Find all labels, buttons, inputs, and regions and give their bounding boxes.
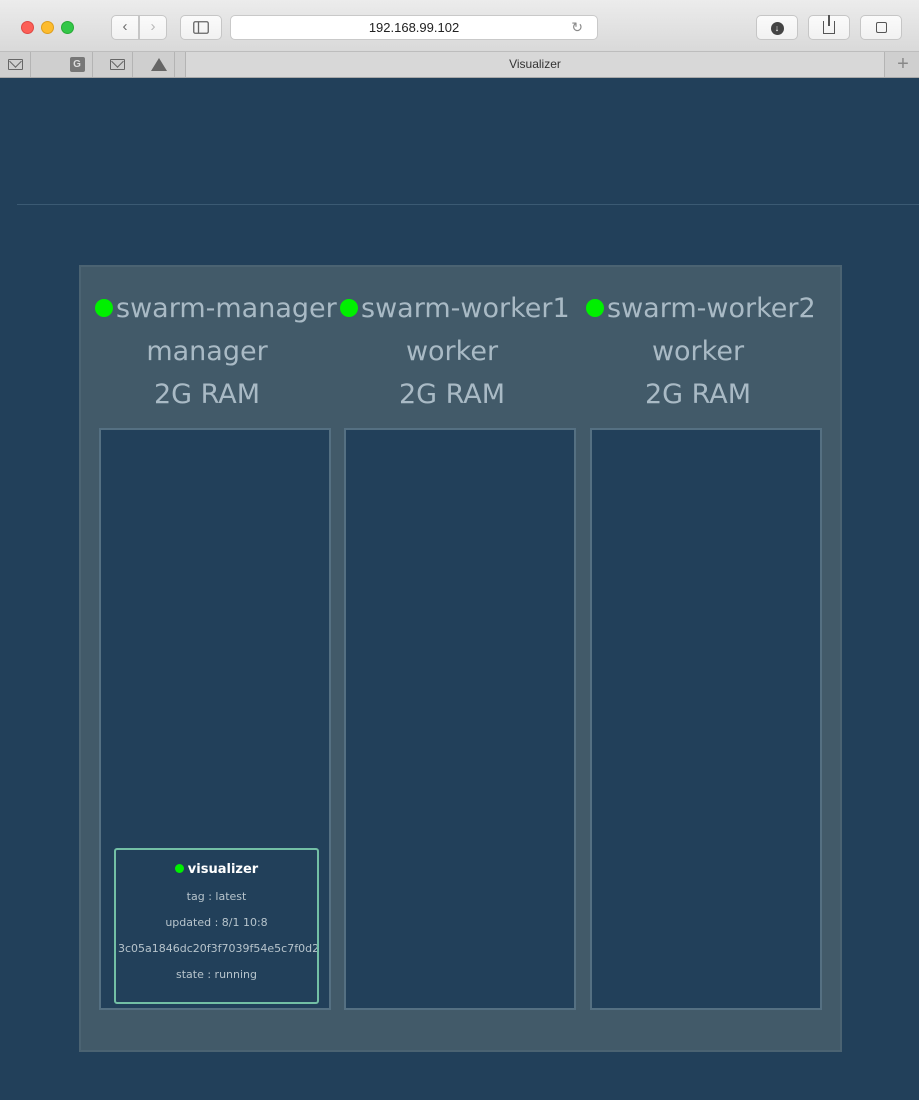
tab-bar: G Visualizer + [0, 52, 919, 78]
plus-icon: + [897, 53, 909, 75]
mail-icon [109, 59, 125, 70]
chevron-right-icon: › [150, 18, 156, 35]
address-text: 192.168.99.102 [368, 20, 460, 35]
node-swarm-worker1: swarm-worker1 worker 2G RAM [336, 267, 582, 1054]
show-tabs-button[interactable] [860, 15, 902, 40]
task-id: 3c05a1846dc20f3f7039f54e5c7f0d2f [118, 942, 317, 955]
browser-toolbar: ‹ › 192.168.99.102 ↻ ↓ [0, 0, 919, 52]
task-state: state : running [175, 968, 257, 981]
visualizer-page: swarm-manager manager 2G RAM visualizer … [17, 78, 919, 1100]
node-swarm-manager: swarm-manager manager 2G RAM visualizer … [91, 267, 337, 1054]
node-tasks-container [344, 428, 576, 1010]
node-tasks-container: visualizer tag : latest updated : 8/1 10… [99, 428, 331, 1010]
forward-button[interactable]: › [139, 15, 167, 40]
tabs-overview-icon [875, 22, 887, 33]
sidebar-toggle-button[interactable] [180, 15, 222, 40]
back-button[interactable]: ‹ [111, 15, 139, 40]
google-icon: G [69, 57, 85, 72]
pinned-tab-drive[interactable] [144, 52, 175, 77]
swarm-cluster: swarm-manager manager 2G RAM visualizer … [79, 265, 842, 1052]
browser-window: ‹ › 192.168.99.102 ↻ ↓ G Visualizer + sw… [0, 0, 919, 1100]
pinned-tab-mail[interactable] [0, 52, 31, 77]
page-header [17, 78, 919, 205]
reload-icon[interactable]: ↻ [571, 16, 583, 39]
share-icon [823, 15, 835, 34]
node-role: worker [405, 336, 499, 367]
drive-icon [151, 58, 167, 71]
node-title: swarm-worker1 [336, 293, 582, 324]
node-name: swarm-manager [116, 293, 337, 324]
sidebar-icon [193, 21, 209, 34]
node-name: swarm-worker1 [361, 293, 570, 324]
pinned-tab-mail-2[interactable] [102, 52, 133, 77]
downloads-button[interactable]: ↓ [756, 15, 798, 40]
chevron-left-icon: ‹ [122, 18, 128, 35]
node-ram: 2G RAM [153, 379, 261, 410]
node-ram: 2G RAM [644, 379, 752, 410]
node-title: swarm-worker2 [582, 293, 828, 324]
zoom-window-button[interactable] [61, 21, 74, 34]
task-updated: updated : 8/1 10:8 [165, 916, 268, 929]
node-role: worker [651, 336, 745, 367]
address-bar[interactable]: 192.168.99.102 ↻ [230, 15, 598, 40]
node-status-dot [586, 298, 604, 317]
minimize-window-button[interactable] [41, 21, 54, 34]
tab-visualizer[interactable]: Visualizer [185, 52, 885, 77]
node-status-dot [95, 298, 113, 317]
task-name: visualizer [116, 862, 317, 877]
pinned-tab-google[interactable]: G [62, 52, 93, 77]
node-tasks-container [590, 428, 822, 1010]
node-title: swarm-manager [91, 293, 337, 324]
close-window-button[interactable] [21, 21, 34, 34]
task-status-dot [174, 864, 184, 873]
task-name-text: visualizer [187, 862, 259, 877]
node-ram: 2G RAM [398, 379, 506, 410]
mail-icon [7, 59, 23, 70]
node-role: manager [146, 336, 268, 367]
task-card-visualizer[interactable]: visualizer tag : latest updated : 8/1 10… [114, 848, 319, 1004]
download-icon: ↓ [770, 22, 784, 35]
node-swarm-worker2: swarm-worker2 worker 2G RAM [582, 267, 828, 1054]
task-tag: tag : latest [186, 890, 247, 903]
new-tab-button[interactable]: + [887, 52, 919, 77]
tab-title: Visualizer [509, 57, 561, 71]
node-name: swarm-worker2 [607, 293, 816, 324]
share-button[interactable] [808, 15, 850, 40]
node-status-dot [340, 298, 358, 317]
